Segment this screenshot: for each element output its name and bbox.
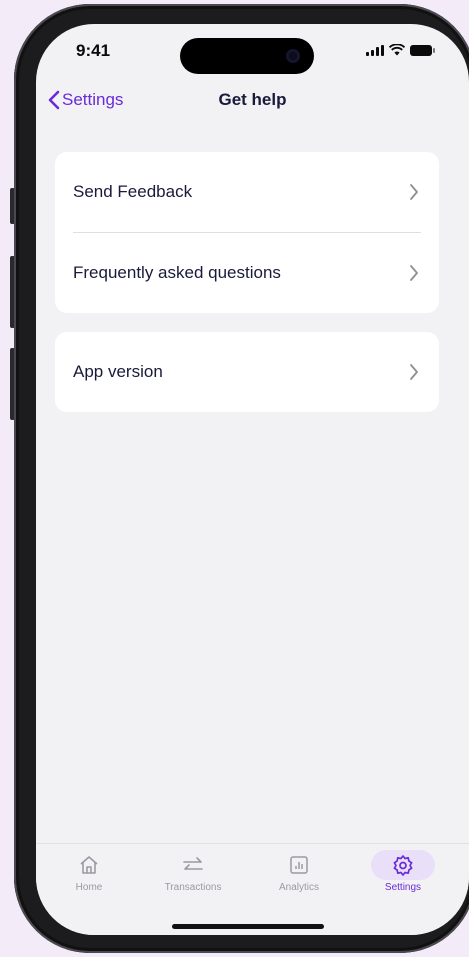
battery-icon [410,44,435,56]
row-label: Send Feedback [73,182,193,201]
status-icons [366,44,435,56]
home-indicator [172,924,324,929]
row-label: Frequently asked questions [73,263,281,282]
send-feedback-row[interactable]: Send Feedback [55,152,439,232]
analytics-icon [290,856,308,874]
dynamic-island [180,38,314,74]
gear-icon [393,855,413,876]
home-icon [80,856,98,874]
back-button-label: Settings [62,90,124,109]
tab-settings[interactable]: Settings [358,850,448,893]
wifi-icon [389,44,405,56]
tab-label: Settings [384,882,422,893]
chevron-right-icon [410,265,418,281]
status-time: 9:41 [76,41,111,60]
transfer-arrows-icon [183,857,203,870]
tab-label: Home [75,882,103,893]
active-tab-indicator [371,850,435,880]
tab-analytics[interactable]: Analytics [254,852,344,893]
app-info-card: App version [55,332,439,412]
faq-row[interactable]: Frequently asked questions [55,233,439,313]
back-button[interactable]: Settings [48,90,123,110]
row-label: App version [73,362,163,381]
help-card: Send Feedback Frequently asked questions [55,152,439,313]
camera-icon [286,49,300,63]
tab-bar: Home Transactions Analytics Settings [36,843,469,935]
chevron-right-icon [410,184,418,200]
chevron-right-icon [410,364,418,380]
signal-icon [366,44,384,56]
chevron-left-icon [48,90,60,110]
tab-label: Transactions [164,882,222,893]
app-version-row[interactable]: App version [55,332,439,412]
tab-label: Analytics [278,882,319,893]
tab-transactions[interactable]: Transactions [148,852,238,893]
tab-home[interactable]: Home [44,852,134,893]
phone-screen: 9:41 Get help Settings Send Feedback Fre… [36,24,469,935]
